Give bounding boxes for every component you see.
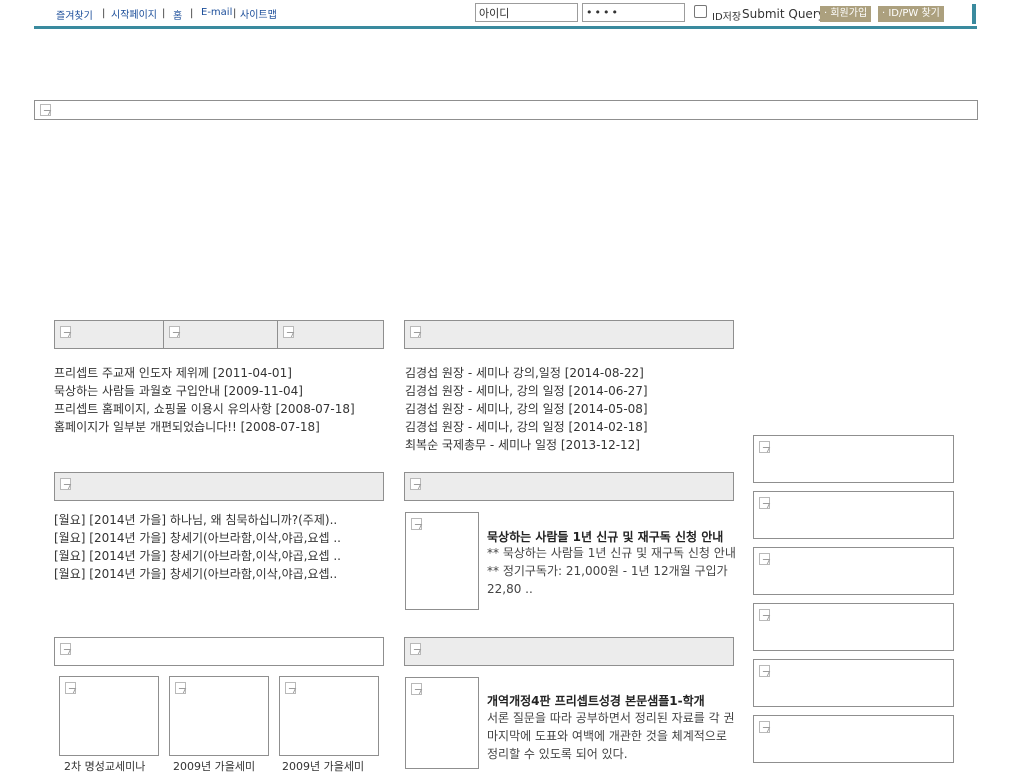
submit-button[interactable]: Submit Query bbox=[742, 7, 825, 21]
broken-image-icon bbox=[411, 683, 423, 695]
header-bar bbox=[34, 26, 977, 29]
broken-image-icon bbox=[759, 609, 771, 621]
list-item[interactable]: 김경섭 원장 - 세미나, 강의 일정 [2014-06-27] bbox=[405, 382, 648, 400]
side-banner-3[interactable] bbox=[753, 547, 954, 595]
broken-image-icon bbox=[40, 104, 52, 116]
list-item[interactable]: [월요] [2014년 가을] 창세기(아브라함,이삭,야곱,요셉 .. bbox=[54, 529, 341, 547]
banner-image bbox=[34, 100, 978, 120]
featured-text-line: 정리할 수 있도록 되어 있다. bbox=[487, 747, 628, 761]
list-item[interactable]: 최복순 국제총무 - 세미나 일정 [2013-12-12] bbox=[405, 436, 648, 454]
side-banner-1[interactable] bbox=[753, 435, 954, 483]
nav-separator: | bbox=[233, 8, 237, 19]
featured-text-line: ** 정기구독가: 21,000원 - 1년 12개월 구입가 bbox=[487, 564, 728, 578]
broken-image-icon bbox=[60, 643, 72, 655]
broken-image-icon bbox=[759, 553, 771, 565]
nav-separator: | bbox=[102, 8, 106, 19]
list-item[interactable]: 김경섭 원장 - 세미나 강의,일정 [2014-08-22] bbox=[405, 364, 648, 382]
featured-image-1[interactable] bbox=[405, 512, 479, 610]
gallery-caption-2[interactable]: 2009년 가을세미 bbox=[173, 758, 255, 774]
side-banner-2[interactable] bbox=[753, 491, 954, 539]
broken-image-icon bbox=[60, 478, 72, 490]
broken-image-icon bbox=[411, 518, 423, 530]
broken-image-icon bbox=[759, 497, 771, 509]
nav-bookmark[interactable]: 즐겨찾기 bbox=[56, 7, 93, 22]
monthly-header[interactable] bbox=[54, 472, 384, 501]
notice-tab-3[interactable] bbox=[277, 320, 384, 349]
nav-email[interactable]: E-mail bbox=[201, 7, 232, 18]
broken-image-icon bbox=[410, 326, 422, 338]
broken-image-icon bbox=[759, 721, 771, 733]
nav-startpage[interactable]: 시작페이지 bbox=[111, 6, 157, 21]
list-item[interactable]: 프리셉트 주교재 인도자 제위께 [2011-04-01] bbox=[54, 364, 355, 382]
nav-separator: | bbox=[190, 8, 194, 19]
featured-image-2[interactable] bbox=[405, 677, 479, 769]
id-input[interactable] bbox=[475, 3, 578, 22]
gallery-caption-1[interactable]: 2차 명성교세미나 bbox=[64, 758, 145, 774]
list-item[interactable]: 김경섭 원장 - 세미나, 강의 일정 [2014-02-18] bbox=[405, 418, 648, 436]
notice-tab-1[interactable] bbox=[54, 320, 164, 349]
seminar-list: 김경섭 원장 - 세미나 강의,일정 [2014-08-22] 김경섭 원장 -… bbox=[405, 364, 648, 454]
join-button[interactable]: · 회원가입 bbox=[820, 6, 872, 22]
list-item[interactable]: [월요] [2014년 가을] 창세기(아브라함,이삭,야곱,요셉.. bbox=[54, 565, 341, 583]
nav-separator: | bbox=[162, 8, 166, 19]
notice-tab-2[interactable] bbox=[163, 320, 278, 349]
nav-home[interactable]: 홈 bbox=[173, 7, 182, 22]
featured-title-2[interactable]: 개역개정4판 프리셉트성경 본문샘플1-학개 bbox=[487, 692, 705, 709]
broken-image-icon bbox=[285, 682, 297, 694]
featured-body-2: 서론 질문을 따라 공부하면서 정리된 자료를 각 권 마지막에 도표와 여백에… bbox=[487, 709, 737, 763]
gallery-thumb-1[interactable] bbox=[59, 676, 159, 756]
featured-body-1: ** 묵상하는 사람들 1년 신규 및 재구독 신청 안내 ** 정기구독가: … bbox=[487, 544, 737, 598]
broken-image-icon bbox=[759, 441, 771, 453]
broken-image-icon bbox=[410, 643, 422, 655]
featured-text-line: 22,80 .. bbox=[487, 582, 533, 596]
featured-text-line: 마지막에 도표와 여백에 개관한 것을 체계적으로 bbox=[487, 729, 727, 743]
featured-header-1[interactable] bbox=[404, 472, 734, 501]
header-bar-end bbox=[972, 4, 976, 24]
broken-image-icon bbox=[60, 326, 72, 338]
find-idpw-button[interactable]: · ID/PW 찾기 bbox=[878, 6, 944, 22]
gallery-thumb-2[interactable] bbox=[169, 676, 269, 756]
broken-image-icon bbox=[65, 682, 77, 694]
side-banner-6[interactable] bbox=[753, 715, 954, 763]
featured-text-line: ** 묵상하는 사람들 1년 신규 및 재구독 신청 안내 bbox=[487, 546, 736, 560]
list-item[interactable]: [월요] [2014년 가을] 창세기(아브라함,이삭,야곱,요셉 .. bbox=[54, 547, 341, 565]
side-banner-5[interactable] bbox=[753, 659, 954, 707]
list-item[interactable]: 프리셉트 홈페이지, 쇼핑몰 이용시 유의사항 [2008-07-18] bbox=[54, 400, 355, 418]
seminar-header[interactable] bbox=[404, 320, 734, 349]
broken-image-icon bbox=[283, 326, 295, 338]
list-item[interactable]: 김경섭 원장 - 세미나, 강의 일정 [2014-05-08] bbox=[405, 400, 648, 418]
list-item[interactable]: [월요] [2014년 가을] 하나님, 왜 침묵하십니까?(주제).. bbox=[54, 511, 341, 529]
remember-id-label: ID저장 bbox=[712, 12, 742, 23]
monthly-list: [월요] [2014년 가을] 하나님, 왜 침묵하십니까?(주제).. [월요… bbox=[54, 511, 341, 583]
broken-image-icon bbox=[175, 682, 187, 694]
nav-sitemap[interactable]: 사이트맵 bbox=[240, 6, 277, 21]
broken-image-icon bbox=[410, 478, 422, 490]
broken-image-icon bbox=[759, 665, 771, 677]
list-item[interactable]: 홈페이지가 일부분 개편되었습니다!! [2008-07-18] bbox=[54, 418, 355, 436]
gallery-thumb-3[interactable] bbox=[279, 676, 379, 756]
password-input[interactable] bbox=[582, 3, 685, 22]
featured-text-line: 서론 질문을 따라 공부하면서 정리된 자료를 각 권 bbox=[487, 711, 735, 725]
featured-title-1[interactable]: 묵상하는 사람들 1년 신규 및 재구독 신청 안내 bbox=[487, 528, 723, 545]
gallery-caption-3[interactable]: 2009년 가을세미 bbox=[282, 758, 364, 774]
featured-header-2[interactable] bbox=[404, 637, 734, 666]
gallery-header[interactable] bbox=[54, 637, 384, 666]
notice-list: 프리셉트 주교재 인도자 제위께 [2011-04-01] 묵상하는 사람들 과… bbox=[54, 364, 355, 436]
side-banner-4[interactable] bbox=[753, 603, 954, 651]
remember-id-checkbox[interactable] bbox=[694, 5, 707, 18]
broken-image-icon bbox=[169, 326, 181, 338]
list-item[interactable]: 묵상하는 사람들 과월호 구입안내 [2009-11-04] bbox=[54, 382, 355, 400]
